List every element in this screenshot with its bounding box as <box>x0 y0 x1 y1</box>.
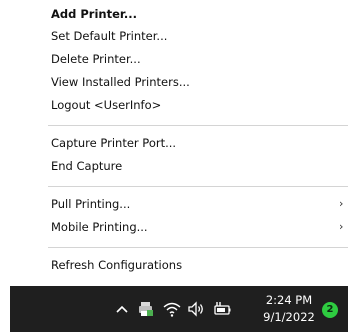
taskbar-clock[interactable]: 2:24 PM 9/1/2022 <box>255 292 323 326</box>
printer-tray-icon[interactable] <box>136 299 156 319</box>
chevron-up-icon[interactable] <box>112 299 132 319</box>
wifi-icon[interactable] <box>162 299 182 319</box>
battery-icon[interactable] <box>212 299 232 319</box>
notification-badge[interactable]: 2 <box>322 302 338 318</box>
submenu-chevron-icon: › <box>339 197 344 210</box>
menu-item-pull-printing[interactable]: Pull Printing... <box>51 194 130 214</box>
menu-item-refresh-configurations[interactable]: Refresh Configurations <box>51 255 182 275</box>
menu-item-delete-printer[interactable]: Delete Printer... <box>51 49 141 69</box>
menu-item-capture-printer-port[interactable]: Capture Printer Port... <box>51 133 176 153</box>
menu-item-add-printer[interactable]: Add Printer... <box>51 4 137 24</box>
clock-date: 9/1/2022 <box>263 310 315 324</box>
context-menu: Add Printer... Set Default Printer... De… <box>10 0 348 286</box>
menu-item-view-installed-printers[interactable]: View Installed Printers... <box>51 72 190 92</box>
submenu-chevron-icon: › <box>339 220 344 233</box>
menu-item-mobile-printing[interactable]: Mobile Printing... <box>51 217 148 237</box>
menu-separator <box>48 125 348 126</box>
menu-item-set-default-printer[interactable]: Set Default Printer... <box>51 26 167 46</box>
menu-item-end-capture[interactable]: End Capture <box>51 156 122 176</box>
clock-time: 2:24 PM <box>265 293 313 307</box>
menu-item-logout[interactable]: Logout <UserInfo> <box>51 95 161 115</box>
screen: Add Printer... Set Default Printer... De… <box>0 0 348 332</box>
menu-separator <box>48 186 348 187</box>
menu-separator <box>48 247 348 248</box>
taskbar: 2:24 PM 9/1/2022 2 <box>10 286 348 332</box>
speaker-icon[interactable] <box>186 299 206 319</box>
